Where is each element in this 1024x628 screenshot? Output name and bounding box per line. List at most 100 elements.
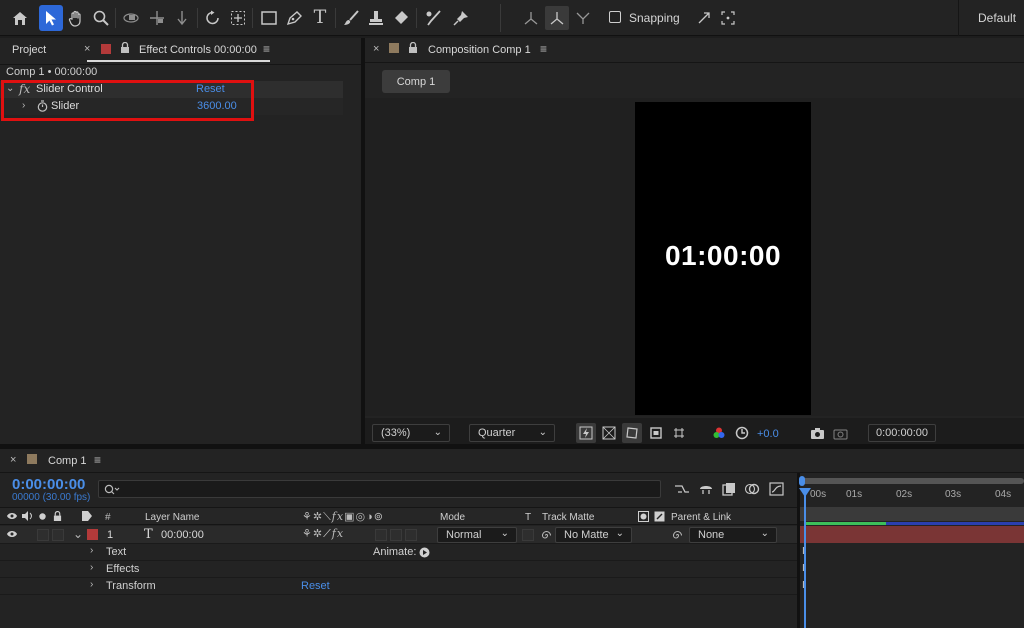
close-tab-icon[interactable]: × bbox=[10, 454, 16, 466]
motion-blur-icon[interactable] bbox=[742, 479, 762, 499]
lock-switch[interactable] bbox=[52, 529, 64, 541]
layer-switch-blank[interactable] bbox=[390, 529, 402, 541]
playhead-line[interactable] bbox=[804, 489, 806, 628]
local-axis-icon[interactable] bbox=[520, 8, 542, 28]
layer-duration-bar[interactable] bbox=[800, 526, 1024, 543]
comp-label-swatch bbox=[27, 454, 37, 464]
panel-menu-icon[interactable]: ≡ bbox=[94, 453, 101, 467]
parent-dropdown[interactable]: None ⌄ bbox=[689, 527, 777, 543]
tab-effect-controls[interactable]: Effect Controls 00:00:00 bbox=[139, 44, 257, 56]
eraser-icon[interactable] bbox=[390, 8, 412, 28]
timeline-timecode[interactable]: 0:00:00:00 bbox=[12, 476, 85, 493]
snapshot-camera-icon[interactable] bbox=[807, 423, 827, 443]
zoom-icon[interactable] bbox=[91, 8, 111, 28]
hand-icon[interactable] bbox=[66, 8, 86, 28]
toolbar: T Snapping Default bbox=[0, 0, 1024, 36]
audio-icon[interactable] bbox=[21, 509, 33, 523]
tab-composition[interactable]: Composition Comp 1 bbox=[428, 44, 531, 56]
transparency-grid-icon[interactable] bbox=[599, 423, 619, 443]
text-group[interactable]: Text bbox=[106, 546, 126, 558]
transform-reset-link[interactable]: Reset bbox=[301, 580, 330, 592]
zoom-dropdown[interactable]: (33%) ⌄ bbox=[372, 424, 450, 442]
lock-icon[interactable] bbox=[119, 41, 131, 55]
region-of-interest-icon[interactable] bbox=[646, 423, 666, 443]
current-time-display[interactable]: 0:00:00:00 bbox=[868, 424, 936, 442]
rectangle-icon[interactable] bbox=[258, 8, 280, 28]
panel-menu-icon[interactable]: ≡ bbox=[263, 42, 270, 56]
snap-grid-icon[interactable] bbox=[718, 8, 738, 28]
mask-visibility-icon[interactable] bbox=[622, 423, 642, 443]
animate-play-icon[interactable] bbox=[418, 545, 430, 559]
selection-arrow-icon[interactable] bbox=[39, 5, 63, 31]
label-tag-icon[interactable] bbox=[80, 509, 94, 523]
comp-breadcrumb-chip[interactable]: Comp 1 bbox=[382, 70, 450, 93]
transform-group[interactable]: Transform bbox=[106, 580, 156, 592]
pan-camera-icon[interactable] bbox=[147, 8, 167, 28]
search-input[interactable] bbox=[98, 480, 661, 498]
column-track-matte: Track Matte bbox=[542, 512, 595, 523]
pickwhip-icon[interactable] bbox=[539, 527, 553, 543]
tab-project[interactable]: Project bbox=[12, 44, 46, 56]
color-channels-icon[interactable] bbox=[709, 423, 729, 443]
column-number: # bbox=[105, 512, 111, 523]
eye-icon[interactable] bbox=[6, 527, 18, 541]
layer-name[interactable]: 00:00:00 bbox=[161, 529, 204, 541]
chevron-right-icon[interactable]: › bbox=[90, 562, 93, 573]
workspace-default[interactable]: Default bbox=[978, 11, 1016, 25]
playhead-handle[interactable] bbox=[799, 488, 811, 497]
layer-switch-blank[interactable] bbox=[405, 529, 417, 541]
chevron-right-icon[interactable]: › bbox=[90, 579, 93, 590]
lock-icon[interactable] bbox=[52, 509, 62, 523]
breadcrumb: Comp 1 • 00:00:00 bbox=[6, 66, 98, 78]
orbit-camera-icon[interactable] bbox=[121, 8, 143, 28]
close-tab-icon[interactable]: × bbox=[84, 43, 90, 55]
brush-icon[interactable] bbox=[340, 8, 362, 28]
work-area-row[interactable] bbox=[800, 507, 1024, 521]
resolution-dropdown[interactable]: Quarter ⌄ bbox=[469, 424, 555, 442]
effects-group[interactable]: Effects bbox=[106, 563, 139, 575]
lock-icon[interactable] bbox=[407, 41, 419, 55]
view-axis-icon[interactable] bbox=[572, 8, 594, 28]
layer-label-color[interactable] bbox=[87, 529, 98, 540]
layer-switches-icons[interactable]: ⚘✲⟋fx bbox=[302, 527, 344, 541]
tab-timeline-comp[interactable]: Comp 1 bbox=[48, 455, 87, 467]
show-snapshot-icon[interactable] bbox=[830, 423, 850, 443]
fast-previews-icon[interactable] bbox=[576, 423, 596, 443]
column-layer-name[interactable]: Layer Name bbox=[145, 512, 199, 523]
chevron-down-icon: ⌄ bbox=[615, 528, 624, 539]
time-navigator-bar[interactable] bbox=[800, 478, 1024, 484]
reset-exposure-icon[interactable] bbox=[732, 423, 752, 443]
preserve-transparency-switch[interactable] bbox=[522, 529, 534, 541]
exposure-value[interactable]: +0.0 bbox=[757, 428, 779, 440]
close-tab-icon[interactable]: × bbox=[373, 43, 379, 55]
eye-icon[interactable] bbox=[6, 509, 18, 523]
puppet-pin-icon[interactable] bbox=[450, 8, 472, 28]
frame-blending-icon[interactable] bbox=[719, 479, 739, 499]
pen-icon[interactable] bbox=[284, 8, 306, 28]
solo-icon[interactable] bbox=[37, 509, 47, 523]
rotate-icon[interactable] bbox=[203, 8, 223, 28]
world-axis-icon[interactable] bbox=[545, 6, 569, 30]
time-navigator-start-handle[interactable] bbox=[799, 476, 805, 486]
guides-grid-icon[interactable] bbox=[669, 423, 689, 443]
chevron-down-icon[interactable]: ⌄ bbox=[73, 527, 83, 541]
chevron-right-icon[interactable]: › bbox=[90, 545, 93, 556]
graph-editor-icon[interactable] bbox=[766, 479, 786, 499]
mode-dropdown[interactable]: Normal ⌄ bbox=[437, 527, 517, 543]
type-icon[interactable]: T bbox=[309, 6, 331, 28]
solo-switch[interactable] bbox=[37, 529, 49, 541]
home-icon[interactable] bbox=[10, 8, 30, 28]
dolly-camera-icon[interactable] bbox=[173, 8, 193, 28]
shy-layers-icon[interactable] bbox=[696, 479, 716, 499]
comp-text-layer[interactable]: 01:00:00 bbox=[635, 240, 811, 272]
comp-flowchart-icon[interactable] bbox=[672, 479, 692, 499]
layer-switch-blank[interactable] bbox=[375, 529, 387, 541]
snapping-checkbox[interactable] bbox=[609, 11, 621, 23]
snap-expand-icon[interactable] bbox=[694, 8, 714, 28]
track-matte-dropdown[interactable]: No Matte ⌄ bbox=[555, 527, 632, 543]
roto-brush-icon[interactable] bbox=[421, 8, 445, 28]
clone-stamp-icon[interactable] bbox=[365, 8, 387, 28]
panel-menu-icon[interactable]: ≡ bbox=[540, 42, 547, 56]
pan-behind-icon[interactable] bbox=[228, 8, 248, 28]
parent-pickwhip-icon[interactable] bbox=[670, 527, 684, 543]
